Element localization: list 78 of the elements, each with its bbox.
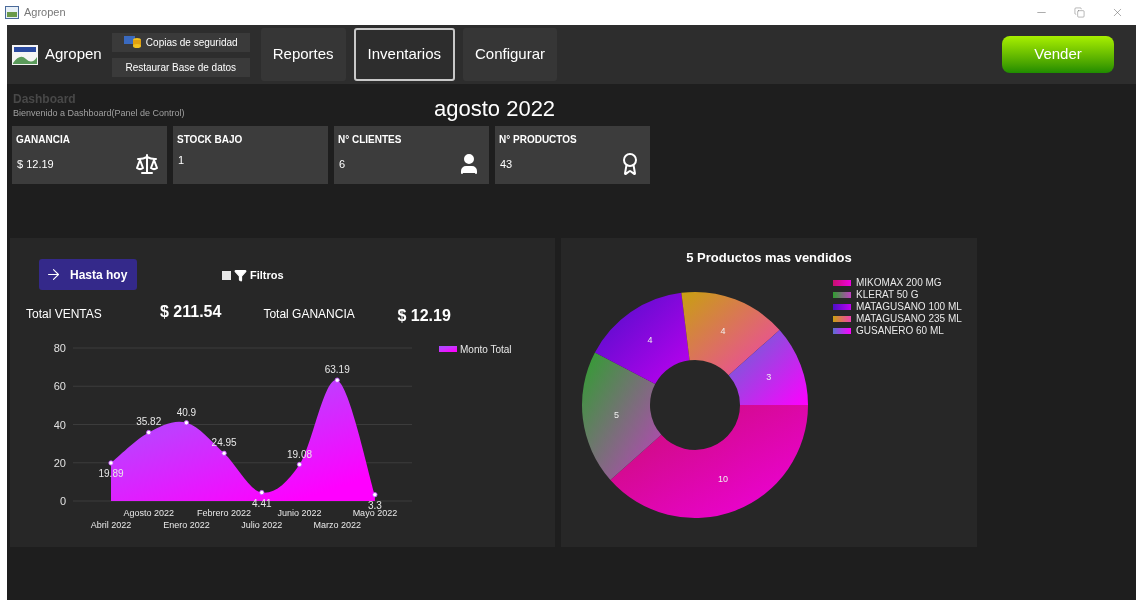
axis-category-label: Abril 2022 [90, 520, 132, 530]
page-subtitle: Bienvenido a Dashboard(Panel de Control) [13, 107, 185, 119]
axis-category-label: Julio 2022 [241, 520, 283, 530]
data-label: 4.41 [252, 497, 272, 509]
data-point [372, 492, 378, 498]
arrow-right-icon [45, 266, 62, 283]
axis-category-label: Febrero 2022 [197, 508, 252, 518]
data-label: 19.89 [98, 467, 124, 479]
card-label: GANANCIA [16, 134, 71, 146]
data-label: 40.9 [176, 406, 197, 418]
period-label: agosto 2022 [434, 96, 556, 122]
data-label: 35.82 [136, 416, 162, 428]
filter-label: Filtros [250, 268, 284, 284]
card-label: STOCK BAJO [177, 134, 244, 146]
data-point [259, 489, 265, 496]
range-button[interactable]: Hasta hoy [39, 259, 137, 290]
legend-swatch [833, 291, 851, 298]
card-value: 1 [177, 153, 185, 168]
legend-label: MIKOMAX 200 MG [856, 276, 942, 289]
axis-category-label: Enero 2022 [163, 520, 210, 530]
total-label: Total VENTAS [26, 306, 103, 323]
axis-tick-label: 20 [53, 456, 66, 469]
data-point [146, 429, 152, 436]
database-icon [123, 35, 142, 49]
app-name: Agropen [45, 44, 102, 65]
axis-tick-label: 40 [53, 418, 66, 431]
legend-swatch [833, 303, 851, 310]
window-title: Agropen [24, 5, 66, 21]
nav-tab[interactable]: Reportes [260, 28, 346, 81]
legend-label: GUSANERO 60 ML [856, 324, 944, 337]
data-label: 3.3 [367, 499, 382, 511]
legend-label: MATAGUSANO 100 ML [856, 300, 962, 313]
restore-icon[interactable] [1074, 7, 1085, 18]
axis-category-label: Marzo 2022 [313, 520, 361, 530]
data-label: 4 [647, 334, 653, 345]
total-value: $ 12.19 [397, 306, 451, 326]
logo-icon [12, 44, 38, 65]
axis-category-label: Junio 2022 [277, 508, 322, 518]
filter-icon [234, 269, 247, 282]
axis-category-label: Mayo 2022 [352, 508, 398, 518]
nav-tab[interactable]: Inventarios [353, 28, 455, 81]
backup-button[interactable]: Restaurar Base de datos [111, 57, 250, 77]
data-point [108, 460, 114, 466]
data-label: 24.95 [211, 437, 237, 449]
card-value: $ 12.19 [16, 156, 54, 172]
scale-icon [135, 152, 159, 176]
nav-tab[interactable]: Configurar [462, 28, 557, 81]
card-label: N° PRODUCTOS [499, 134, 578, 146]
backup-button[interactable]: Copias de seguridad [111, 32, 250, 52]
legend-swatch [439, 346, 457, 352]
legend-label: Monto Total [460, 344, 512, 355]
data-point [334, 377, 340, 383]
legend-label: KLERAT 50 G [856, 288, 919, 301]
axis-category-label: Agosto 2022 [123, 508, 174, 518]
legend-swatch [833, 315, 851, 322]
data-label: 63.19 [324, 364, 350, 376]
data-label: 3 [766, 371, 772, 382]
legend-swatch [833, 327, 851, 334]
data-label: 10 [718, 473, 728, 484]
data-label: 5 [614, 409, 620, 419]
filter-checkbox[interactable] [222, 271, 231, 280]
data-point [221, 450, 227, 456]
axis-tick-label: 60 [53, 380, 66, 393]
close-icon[interactable] [1111, 6, 1124, 19]
card-label: N° CLIENTES [338, 134, 403, 146]
data-point [183, 420, 189, 426]
data-point [296, 461, 303, 468]
legend-label: MATAGUSANO 235 ML [856, 312, 962, 325]
axis-tick-label: 0 [59, 495, 66, 507]
total-label: Total GANANCIA [263, 306, 356, 323]
card-value: 6 [338, 156, 346, 172]
legend-swatch [833, 279, 851, 286]
total-value: $ 211.54 [160, 302, 222, 322]
chart-title: 5 Productos mas vendidos [686, 249, 852, 267]
app-icon [5, 6, 19, 19]
card-value: 43 [499, 156, 513, 172]
data-label: 4 [720, 325, 726, 336]
axis-tick-label: 80 [53, 342, 66, 354]
